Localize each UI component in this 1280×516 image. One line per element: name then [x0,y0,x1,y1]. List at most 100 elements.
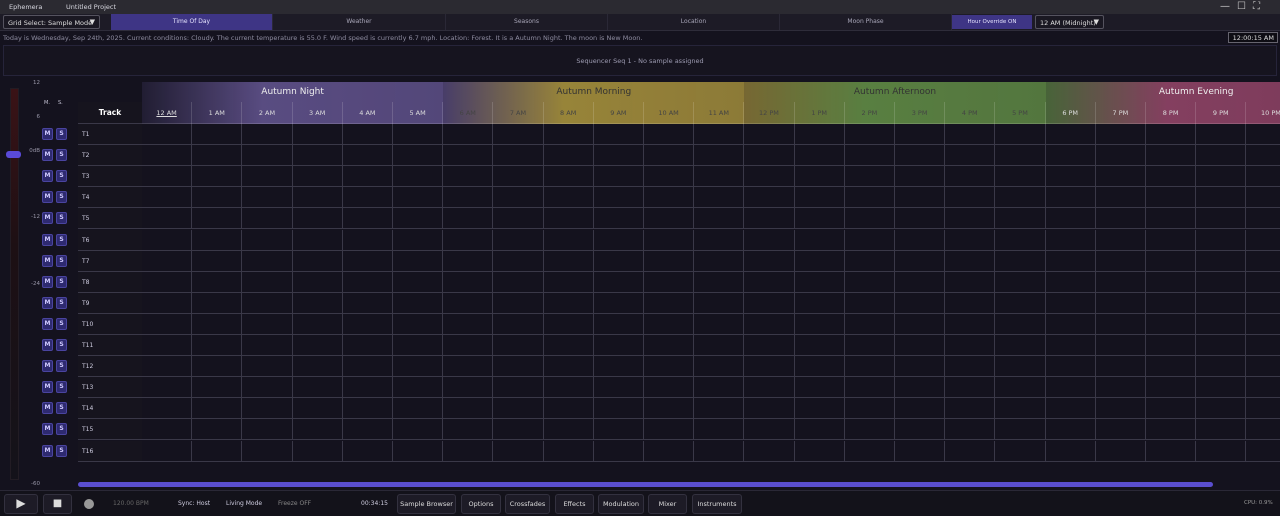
grid-cell[interactable] [694,419,745,441]
grid-cell[interactable] [443,208,494,230]
grid-cell[interactable] [342,208,393,230]
grid-cell[interactable] [1095,398,1146,420]
grid-cell[interactable] [995,398,1046,420]
grid-cell[interactable] [794,187,845,209]
grid-cell[interactable] [192,398,243,420]
grid-cell[interactable] [242,440,293,462]
grid-cell[interactable] [543,377,594,399]
grid-cell[interactable] [493,208,544,230]
grid-cell[interactable] [493,250,544,272]
mute-button[interactable]: M [42,402,53,415]
grid-cell[interactable] [844,377,895,399]
grid-cell[interactable] [895,229,946,251]
grid-cell[interactable] [995,187,1046,209]
grid-cell[interactable] [1045,356,1096,378]
grid-cell[interactable] [543,313,594,335]
mixer-button[interactable]: Mixer [648,494,687,514]
grid-cell[interactable] [443,292,494,314]
grid-cell[interactable] [393,440,444,462]
grid-cell[interactable] [393,271,444,293]
grid-cell[interactable] [493,124,544,146]
grid-cell[interactable] [292,377,343,399]
grid-cell[interactable] [593,229,644,251]
grid-cell[interactable] [543,292,594,314]
grid-cell[interactable] [493,145,544,167]
grid-cell[interactable] [342,187,393,209]
grid-cell[interactable] [644,335,695,357]
grid-cell[interactable] [443,229,494,251]
grid-cell[interactable] [1246,441,1280,462]
grid-cell[interactable] [1246,145,1280,167]
play-button[interactable]: ▶ [4,494,38,514]
grid-cell[interactable] [1095,208,1146,230]
grid-cell[interactable] [393,377,444,399]
mute-button[interactable]: M [42,275,53,288]
grid-cell[interactable] [192,292,243,314]
mute-button[interactable]: M [42,191,53,204]
grid-cell[interactable] [292,313,343,335]
hour-column-header[interactable]: 2 AM [242,102,293,124]
sync-mode[interactable]: Sync: Host [178,500,210,507]
grid-cell[interactable] [995,356,1046,378]
grid-cell[interactable] [1045,250,1096,272]
grid-cell[interactable] [292,229,343,251]
grid-cell[interactable] [342,145,393,167]
grid-cell[interactable] [794,145,845,167]
grid-cell[interactable] [1246,166,1280,188]
grid-cell[interactable] [142,124,193,146]
grid-cell[interactable] [342,356,393,378]
mute-button[interactable]: M [42,254,53,267]
grid-cell[interactable] [1196,419,1247,441]
solo-button[interactable]: S [56,444,67,457]
grid-cell[interactable] [794,229,845,251]
grid-cell[interactable] [593,440,644,462]
grid-cell[interactable] [292,440,343,462]
grid-cell[interactable] [142,313,193,335]
grid-cell[interactable] [393,292,444,314]
grid-cell[interactable] [1196,335,1247,357]
hour-column-header[interactable]: 12 AM [142,102,193,124]
grid-cell[interactable] [443,313,494,335]
grid-cell[interactable] [292,398,343,420]
grid-cell[interactable] [1246,314,1280,335]
grid-cell[interactable] [744,187,795,209]
grid-cell[interactable] [694,440,745,462]
grid-cell[interactable] [1045,377,1096,399]
solo-button[interactable]: S [56,402,67,415]
grid-cell[interactable] [1246,419,1280,441]
solo-button[interactable]: S [56,212,67,225]
grid-cell[interactable] [443,335,494,357]
grid-cell[interactable] [1196,208,1247,230]
grid-cell[interactable] [694,166,745,188]
grid-cell[interactable] [1146,166,1197,188]
grid-cell[interactable] [142,419,193,441]
grid-cell[interactable] [995,250,1046,272]
grid-cell[interactable] [945,250,996,272]
grid-cell[interactable] [744,271,795,293]
grid-cell[interactable] [644,440,695,462]
grid-cell[interactable] [794,124,845,146]
grid-cell[interactable] [1196,145,1247,167]
grid-cell[interactable] [142,356,193,378]
grid-cell[interactable] [493,187,544,209]
mute-button[interactable]: M [42,317,53,330]
grid-cell[interactable] [393,145,444,167]
mute-button[interactable]: M [42,170,53,183]
solo-button[interactable]: S [56,233,67,246]
grid-cell[interactable] [1045,440,1096,462]
grid-cell[interactable] [242,313,293,335]
hour-column-header[interactable]: 9 PM [1196,102,1247,124]
grid-cell[interactable] [1146,229,1197,251]
grid-cell[interactable] [995,229,1046,251]
grid-cell[interactable] [644,208,695,230]
grid-cell[interactable] [393,229,444,251]
grid-cell[interactable] [192,250,243,272]
grid-cell[interactable] [945,166,996,188]
grid-cell[interactable] [1196,313,1247,335]
mute-button[interactable]: M [42,296,53,309]
grid-cell[interactable] [644,145,695,167]
grid-cell[interactable] [593,377,644,399]
grid-cell[interactable] [945,398,996,420]
grid-select-dropdown[interactable]: Grid Select: Sample Mode ▼ [3,15,100,29]
grid-cell[interactable] [794,250,845,272]
